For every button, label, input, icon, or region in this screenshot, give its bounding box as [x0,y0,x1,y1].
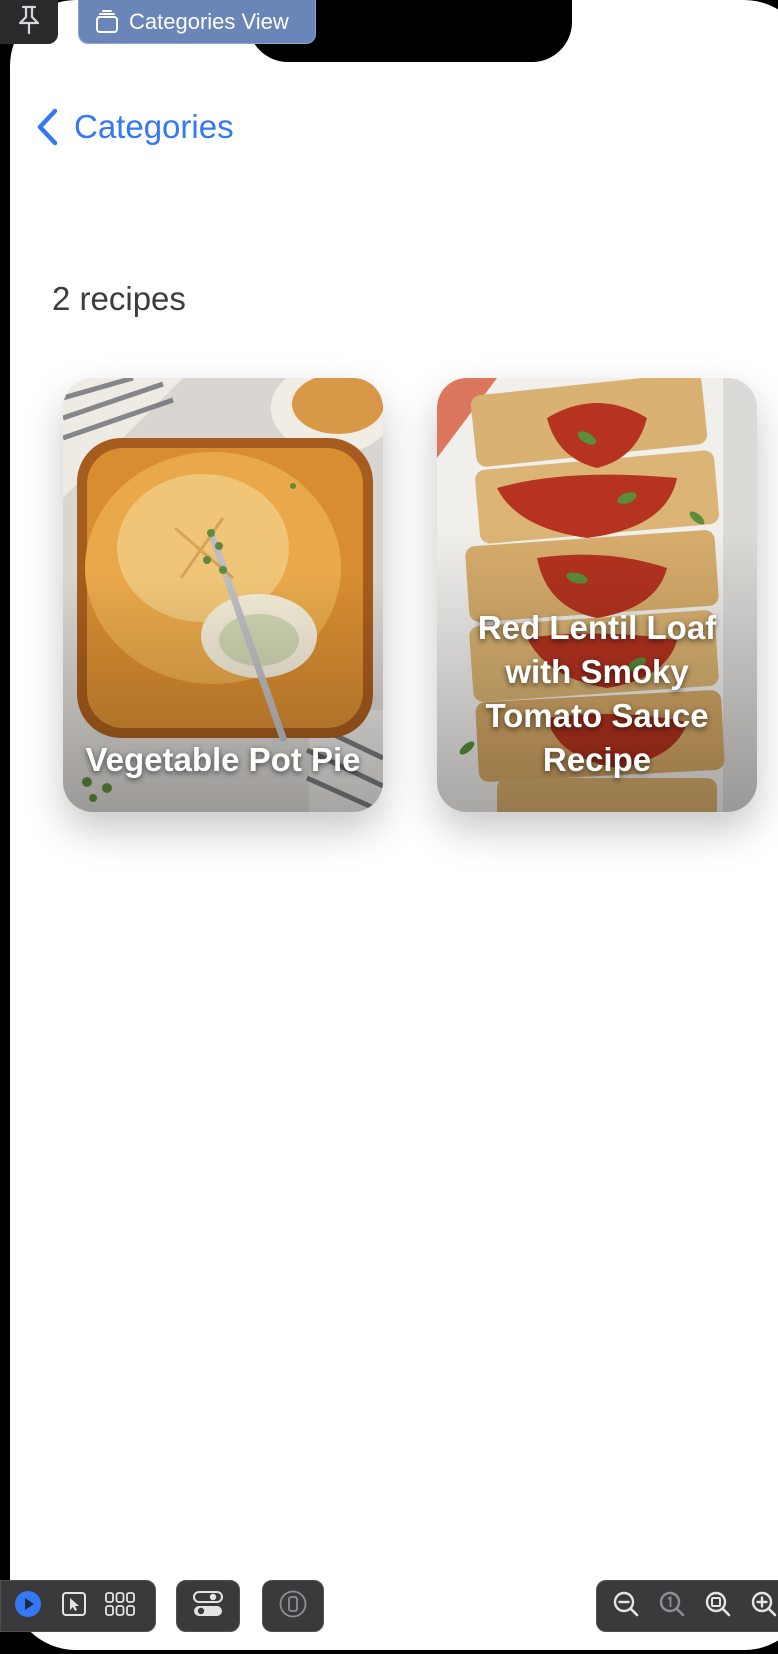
grid-mode-button[interactable] [97,1583,143,1629]
zoom-in-icon [750,1590,778,1623]
recipe-card[interactable]: Vegetable Pot Pie [63,378,383,812]
zoom-controls [596,1580,778,1632]
select-icon [61,1591,87,1622]
zoom-fit-icon [704,1590,732,1623]
variants-icon [193,1590,223,1622]
preview-view-chip-label: Categories View [129,8,289,34]
grid-icon [105,1591,135,1621]
stack-icon [95,9,119,34]
play-icon [14,1590,42,1623]
pin-preview-button[interactable] [0,0,58,44]
selectable-mode-button[interactable] [51,1583,97,1629]
device-settings-button[interactable] [262,1580,324,1632]
back-button-label: Categories [74,108,234,145]
back-button[interactable]: Categories [36,108,234,146]
variants-button[interactable] [176,1580,240,1632]
zoom-out-button[interactable] [603,1583,649,1629]
device-screen: Categories 2 recipes Vegetable Pot Pie R… [10,0,778,1650]
recipe-title: Red Lentil Loaf with Smoky Tomato Sauce … [477,609,717,778]
preview-view-chip[interactable]: Categories View [78,0,316,44]
live-preview-button[interactable] [5,1583,51,1629]
zoom-to-fit-button[interactable] [695,1583,741,1629]
device-icon [279,1590,307,1623]
zoom-in-button[interactable] [741,1583,778,1629]
recipe-count: 2 recipes [52,280,186,317]
chevron-left-icon [36,108,58,146]
pin-icon [16,5,42,40]
recipe-card[interactable]: Red Lentil Loaf with Smoky Tomato Sauce … [437,378,757,812]
zoom-actual-size-button[interactable] [649,1583,695,1629]
zoom-actual-icon [658,1590,686,1623]
recipe-title: Vegetable Pot Pie [85,741,361,778]
preview-mode-controls [0,1580,156,1632]
zoom-out-icon [612,1590,640,1623]
